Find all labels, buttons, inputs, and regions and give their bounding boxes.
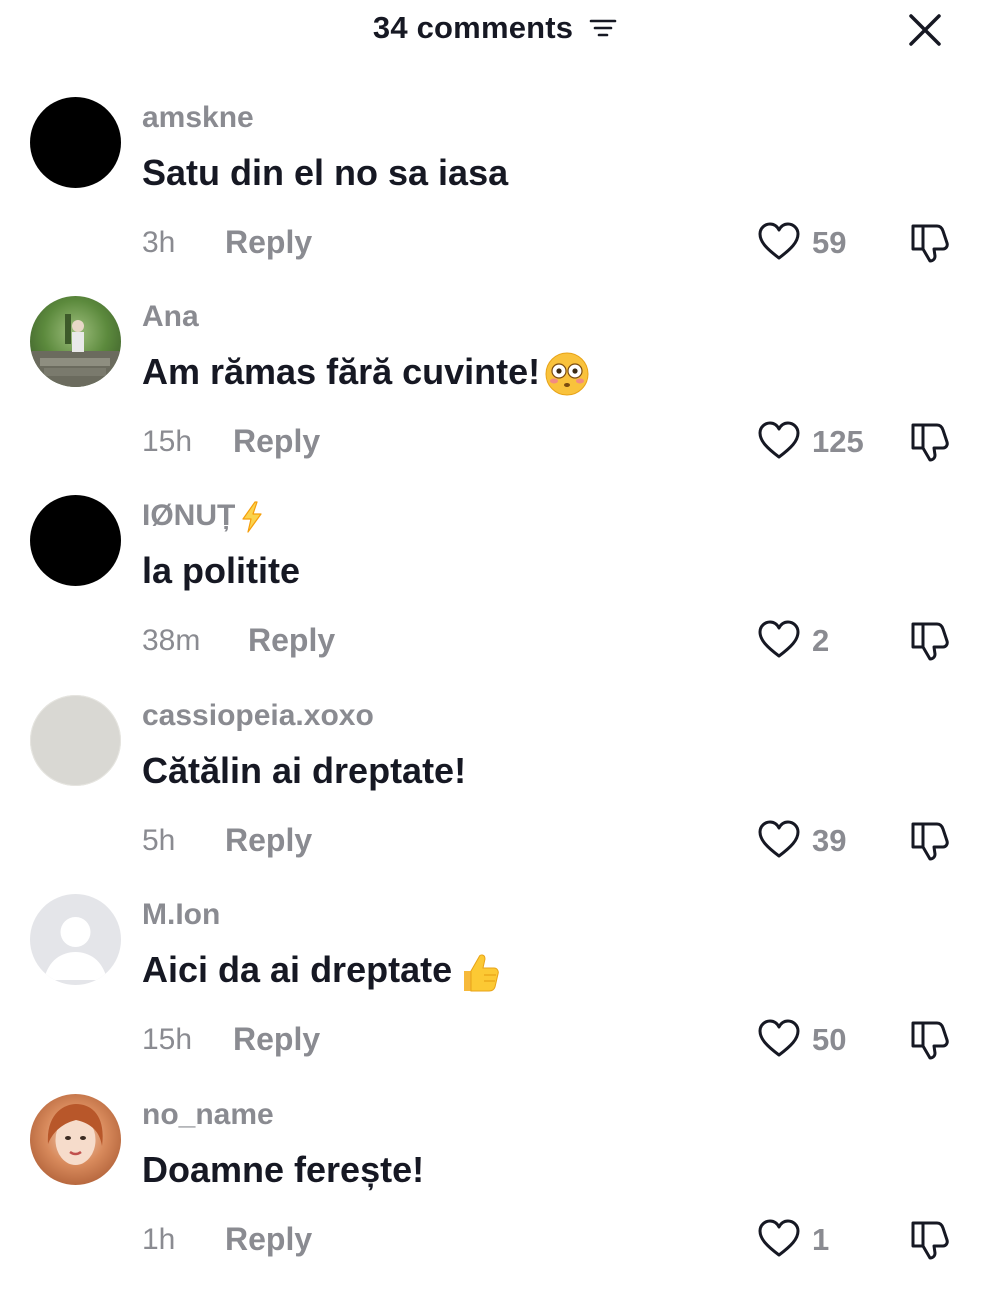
dislike-icon[interactable] — [907, 417, 953, 463]
comment-username[interactable]: cassiopeia.xoxo — [142, 699, 374, 733]
comment-time: 3h — [142, 226, 176, 259]
avatar[interactable] — [30, 1094, 121, 1185]
comment-username[interactable]: amskne — [142, 101, 254, 135]
comment-time: 1h — [142, 1223, 176, 1256]
heart-icon[interactable] — [757, 419, 801, 463]
avatar[interactable] — [30, 894, 121, 985]
comment-item: Ana Am rămas fără cuvinte! 15h Reply 125 — [0, 296, 991, 495]
like-count: 50 — [812, 1022, 847, 1057]
dislike-icon[interactable] — [907, 218, 953, 264]
comments-header: 34 comments — [0, 0, 991, 60]
dislike-icon[interactable] — [907, 616, 953, 662]
avatar[interactable] — [30, 695, 121, 786]
comment-item: no_name Doamne ferește! 1h Reply 1 — [0, 1094, 991, 1293]
comment-item: IØNUȚ la politite 38m Reply 2 — [0, 495, 991, 694]
avatar[interactable] — [30, 495, 121, 586]
comment-text: Am rămas fără cuvinte! — [142, 351, 590, 397]
reply-button[interactable]: Reply — [248, 622, 335, 659]
reply-button[interactable]: Reply — [225, 1221, 312, 1258]
sort-filter-icon[interactable] — [588, 15, 618, 41]
like-count: 39 — [812, 823, 847, 858]
comments-title[interactable]: 34 comments — [0, 8, 991, 46]
thumbs-up-emoji — [464, 954, 499, 992]
comment-time: 15h — [142, 1023, 193, 1056]
dislike-icon[interactable] — [907, 1015, 953, 1061]
comment-time: 38m — [142, 624, 201, 657]
heart-icon[interactable] — [757, 818, 801, 862]
flushed-face-emoji — [545, 352, 589, 396]
heart-icon[interactable] — [757, 618, 801, 662]
dislike-icon[interactable] — [907, 816, 953, 862]
comment-time: 15h — [142, 425, 193, 458]
heart-icon[interactable] — [757, 220, 801, 264]
comment-username[interactable]: no_name — [142, 1098, 274, 1132]
like-count: 1 — [812, 1222, 830, 1257]
comment-text: Satu din el no sa iasa — [142, 152, 509, 193]
reply-button[interactable]: Reply — [233, 1021, 320, 1058]
lightning-emoji — [242, 501, 262, 533]
avatar-photo — [30, 314, 121, 387]
comment-time: 5h — [142, 824, 176, 857]
like-count: 125 — [812, 424, 864, 459]
comment-text: Aici da ai dreptate — [142, 949, 502, 995]
close-icon[interactable] — [905, 10, 945, 50]
heart-icon[interactable] — [757, 1217, 801, 1261]
comment-text: la politite — [142, 550, 301, 591]
comment-text: Cătălin ai dreptate! — [142, 750, 467, 791]
default-user-icon — [44, 917, 107, 980]
comment-item: cassiopeia.xoxo Cătălin ai dreptate! 5h … — [0, 695, 991, 894]
comment-item: amskne Satu din el no sa iasa 3h Reply 5… — [0, 97, 991, 296]
avatar[interactable] — [30, 97, 121, 188]
like-count: 2 — [812, 623, 830, 658]
avatar[interactable] — [30, 296, 121, 387]
comment-item: M.Ion Aici da ai dreptate 15h Reply 50 — [0, 894, 991, 1093]
comments-count-label: 34 comments — [372, 9, 574, 45]
reply-button[interactable]: Reply — [225, 224, 312, 261]
avatar-photo — [47, 1104, 103, 1165]
dislike-icon[interactable] — [907, 1215, 953, 1261]
comment-username[interactable]: IØNUȚ — [142, 499, 267, 534]
reply-button[interactable]: Reply — [225, 822, 312, 859]
reply-button[interactable]: Reply — [233, 423, 320, 460]
comment-username[interactable]: M.Ion — [142, 898, 220, 932]
like-count: 59 — [812, 225, 847, 260]
comment-username[interactable]: Ana — [142, 300, 199, 334]
heart-icon[interactable] — [757, 1017, 801, 1061]
comment-text: Doamne ferește! — [142, 1149, 425, 1190]
